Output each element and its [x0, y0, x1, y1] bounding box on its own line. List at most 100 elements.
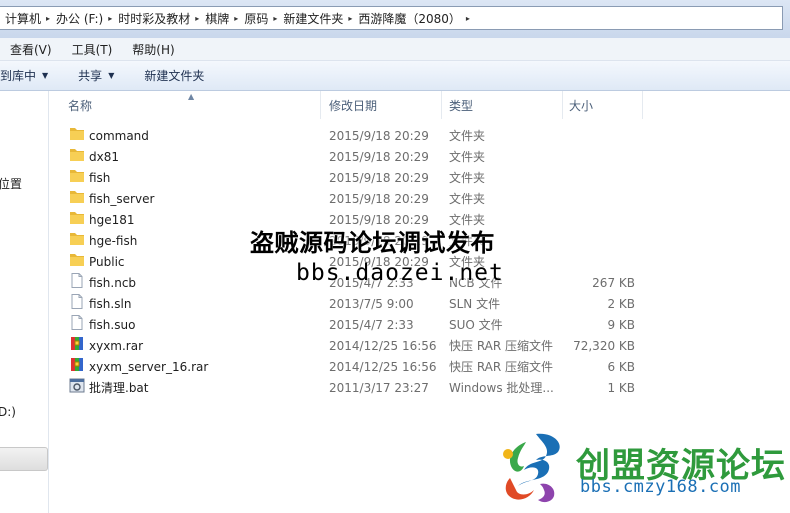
breadcrumb-label: 新建文件夹 [283, 11, 344, 26]
breadcrumb-computer[interactable]: 计算机 ▸ [0, 7, 50, 29]
column-label: 类型 [449, 98, 474, 113]
nav-item-locations[interactable]: 位置 [0, 175, 22, 192]
file-size [569, 189, 635, 210]
file-size: 267 KB [592, 276, 635, 290]
menu-help[interactable]: 帮助(H) [122, 41, 184, 58]
file-date: 2015/9/18 20:29 [329, 192, 429, 206]
file-row[interactable]: command 2015/9/18 20:29 文件夹 [49, 126, 790, 147]
breadcrumb-label: 原码 [244, 11, 269, 26]
document-icon [69, 273, 85, 294]
file-date: 2015/9/18 20:29 [329, 171, 429, 185]
file-date: 2015/9/18 20:29 [329, 150, 429, 164]
folder-icon [69, 126, 85, 147]
file-name: hge181 [89, 213, 135, 227]
forum-logo-icon [503, 433, 560, 503]
file-date: 2011/3/17 23:27 [329, 381, 429, 395]
new-folder-button[interactable]: 新建文件夹 [144, 67, 219, 84]
file-size [569, 126, 635, 147]
file-row[interactable]: 批清理.bat 2011/3/17 23:27 Windows 批处理... 1 KB [49, 378, 790, 399]
folder-icon [69, 210, 85, 231]
breadcrumb-label: 计算机 [5, 11, 42, 26]
file-size [569, 231, 635, 252]
column-header-type[interactable]: 类型 [442, 91, 563, 119]
file-size: 9 KB [607, 318, 635, 332]
file-name: fish [89, 171, 111, 185]
breadcrumb-current[interactable]: 西游降魔（2080） ▸ [352, 7, 470, 29]
file-name: fish.ncb [89, 276, 137, 290]
button-label: 到库中 [0, 69, 37, 83]
file-size: 2 KB [607, 297, 635, 311]
breadcrumb-folder[interactable]: 时时彩及教材 ▸ [112, 7, 199, 29]
file-date: 2014/12/25 16:56 [329, 339, 437, 353]
chevron-right-icon[interactable]: ▸ [466, 14, 470, 23]
file-row[interactable]: fish.sln 2013/7/5 9:00 SLN 文件 2 KB [49, 294, 790, 315]
address-bar[interactable]: 计算机 ▸ 办公 (F:) ▸ 时时彩及教材 ▸ 棋牌 ▸ 原码 ▸ 新建文件夹 ▸ 西游降… [0, 6, 783, 30]
file-size [569, 252, 635, 273]
menu-tools[interactable]: 工具(T) [62, 41, 123, 58]
file-date: 2015/4/7 2:33 [329, 318, 414, 332]
watermark-title: 盗贼源码论坛调试发布 [250, 229, 495, 257]
include-in-library-button[interactable]: 到库中 ▼ [0, 67, 63, 84]
nav-scrollbar-thumb[interactable] [0, 447, 48, 471]
share-button[interactable]: 共享 ▼ [78, 67, 129, 84]
file-row[interactable]: fish_server 2015/9/18 20:29 文件夹 [49, 189, 790, 210]
file-size: 6 KB [607, 360, 635, 374]
command-bar: 到库中 ▼ 共享 ▼ 新建文件夹 [0, 61, 790, 91]
file-type: SLN 文件 [449, 297, 501, 311]
file-name: fish.sln [89, 297, 132, 311]
breadcrumb-label: 棋牌 [205, 11, 230, 26]
file-row[interactable]: dx81 2015/9/18 20:29 文件夹 [49, 147, 790, 168]
watermark-url: bbs.daozei.net [296, 260, 504, 286]
file-name: xyxm_server_16.rar [89, 360, 209, 374]
archive-icon [69, 336, 85, 357]
folder-icon [69, 168, 85, 189]
folder-icon [69, 189, 85, 210]
breadcrumb-folder[interactable]: 棋牌 ▸ [199, 7, 238, 29]
breadcrumb-folder[interactable]: 新建文件夹 ▸ [277, 7, 352, 29]
breadcrumb-label: 西游降魔（2080） [358, 11, 461, 26]
column-header-date[interactable]: 修改日期 [321, 91, 442, 119]
file-type: 文件夹 [449, 171, 486, 185]
column-label: 名称 [68, 98, 93, 113]
column-header-size[interactable]: 大小 [563, 91, 643, 119]
file-date: 2015/9/18 20:29 [329, 129, 429, 143]
file-type: 快压 RAR 压缩文件 [449, 360, 554, 374]
menu-view[interactable]: 查看(V) [0, 41, 62, 58]
breadcrumb-label: 时时彩及教材 [118, 11, 191, 26]
folder-icon [69, 147, 85, 168]
folder-icon [69, 231, 85, 252]
column-label: 修改日期 [329, 98, 378, 113]
column-header-row: 名称 ▲ 修改日期 类型 大小 [49, 91, 790, 119]
file-row[interactable]: fish.suo 2015/4/7 2:33 SUO 文件 9 KB [49, 315, 790, 336]
file-size: 1 KB [607, 381, 635, 395]
column-header-name[interactable]: 名称 [49, 91, 321, 119]
breadcrumb-folder[interactable]: 原码 ▸ [238, 7, 277, 29]
file-type: 文件夹 [449, 192, 486, 206]
file-size [569, 147, 635, 168]
nav-label: D:) [0, 405, 16, 419]
chevron-down-icon: ▼ [42, 71, 49, 80]
column-label: 大小 [569, 98, 594, 113]
file-name: command [89, 129, 149, 143]
file-size [569, 210, 635, 231]
file-name: xyxm.rar [89, 339, 144, 353]
file-name: Public [89, 255, 125, 269]
address-bar-row: 计算机 ▸ 办公 (F:) ▸ 时时彩及教材 ▸ 棋牌 ▸ 原码 ▸ 新建文件夹 ▸ 西游降… [0, 0, 790, 38]
file-row[interactable]: xyxm.rar 2014/12/25 16:56 快压 RAR 压缩文件 72,32… [49, 336, 790, 357]
file-type: 文件夹 [449, 150, 486, 164]
nav-item-drive[interactable]: D:) [0, 405, 16, 419]
file-name: dx81 [89, 150, 119, 164]
file-type: SUO 文件 [449, 318, 503, 332]
file-name: hge-fish [89, 234, 138, 248]
file-row[interactable]: xyxm_server_16.rar 2014/12/25 16:56 快压 RAR… [49, 357, 790, 378]
file-type: 文件夹 [449, 129, 486, 143]
breadcrumb-drive[interactable]: 办公 (F:) ▸ [50, 7, 112, 29]
file-row[interactable]: fish 2015/9/18 20:29 文件夹 [49, 168, 790, 189]
folder-icon [69, 252, 85, 273]
file-type: Windows 批处理... [449, 381, 554, 395]
file-date: 2014/12/25 16:56 [329, 360, 437, 374]
file-name: fish.suo [89, 318, 136, 332]
nav-label: 位置 [0, 177, 23, 191]
file-size: 72,320 KB [573, 339, 635, 353]
archive-icon [69, 357, 85, 378]
